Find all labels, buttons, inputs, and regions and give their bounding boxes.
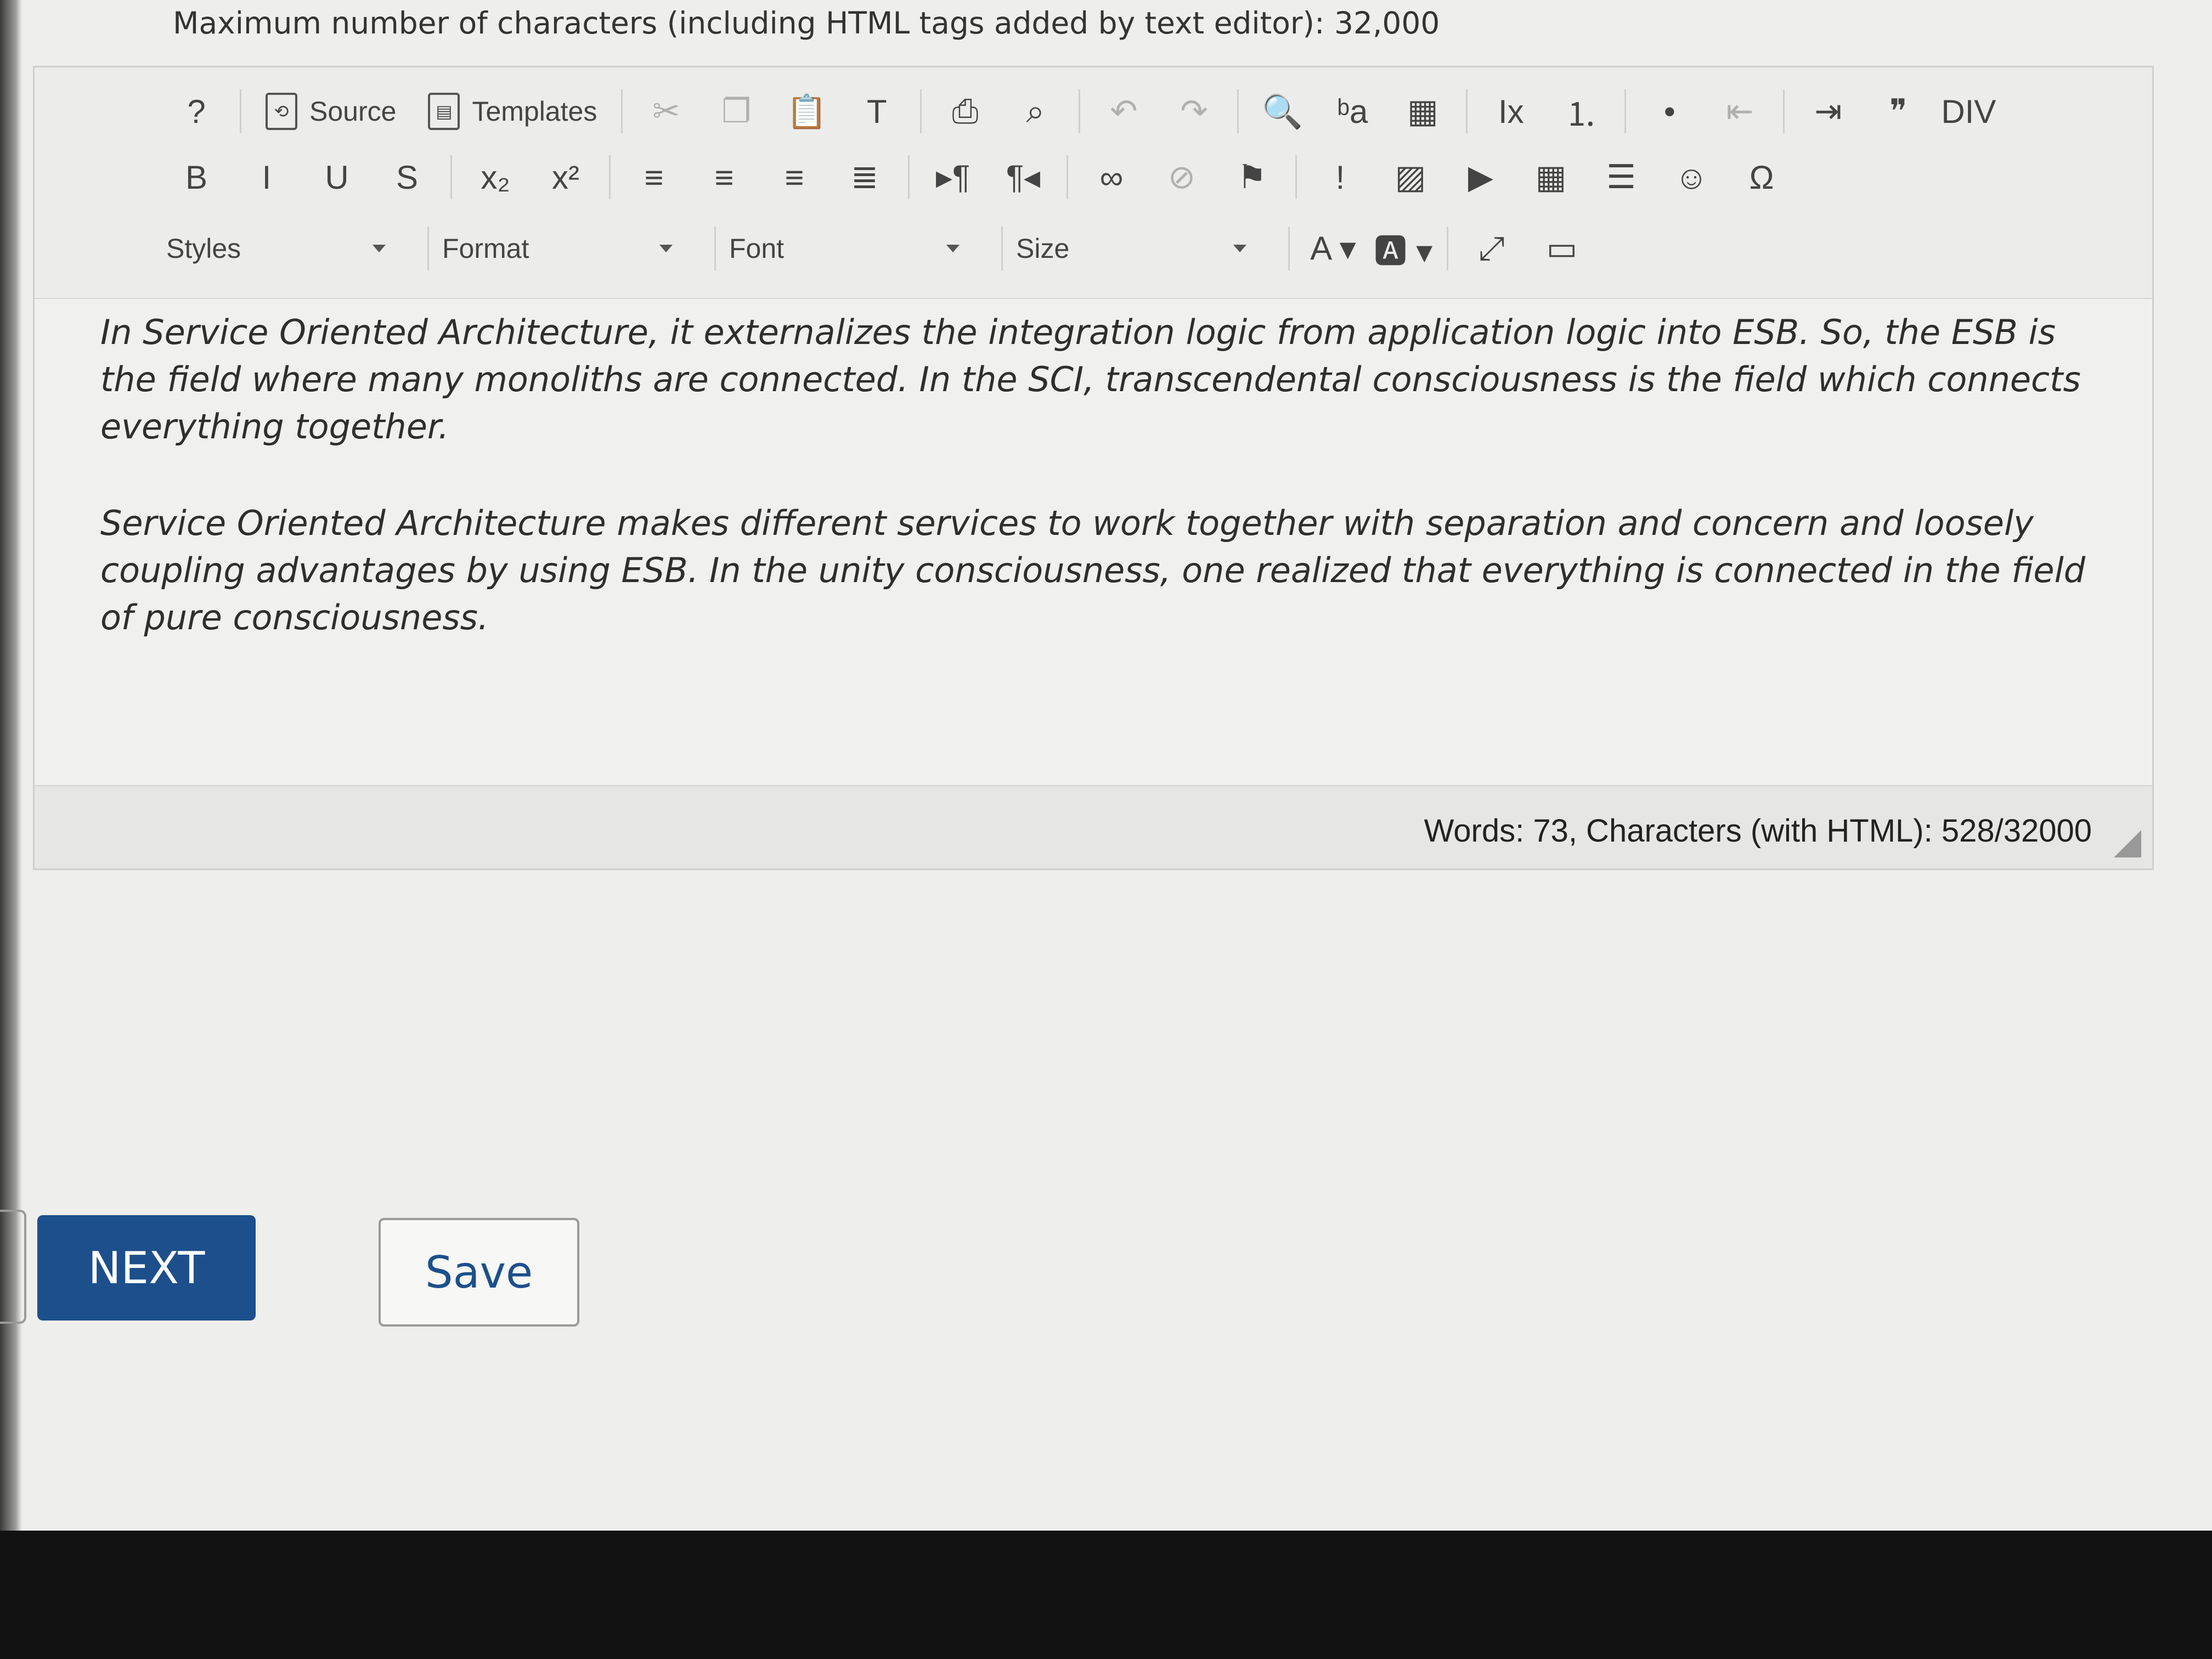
toolbar-separator [1624, 89, 1627, 133]
toolbar-color-tools: A ▾ 🅰 ▾ ⤢ ▭ [1303, 222, 1602, 275]
toolbar-separator [1783, 89, 1785, 133]
toolbar-separator [1466, 89, 1468, 133]
styles-label: Styles [166, 233, 241, 264]
undo-icon[interactable]: ↶ [1093, 85, 1154, 138]
image-icon[interactable]: ▨ [1380, 151, 1441, 204]
word-count: Words: 73, Characters (with HTML): 528/3… [1424, 813, 2092, 849]
editor-toolbar: ? ⟲ Source ▤ Templates ✂ ❐ 📋 T ⎙ ⌕ ↶ ↷ 🔍 ᵇa ▦ Ix ⒈ • ⇤ ⇥ ❞ DIV… [35, 67, 2152, 299]
next-button[interactable]: NEXT [37, 1215, 256, 1321]
font-dropdown[interactable]: Font [729, 222, 981, 275]
remove-format-icon[interactable]: Ix [1481, 85, 1541, 138]
redo-icon[interactable]: ↷ [1164, 85, 1224, 138]
italic-icon[interactable]: I [236, 151, 297, 204]
format-dropdown[interactable]: Format [442, 222, 695, 275]
character-limit-note: Maximum number of characters (including … [173, 5, 1440, 41]
horizontal-line-icon[interactable]: ☰ [1591, 151, 1651, 204]
save-button[interactable]: Save [379, 1218, 579, 1327]
toolbar-row-1: ? ⟲ Source ▤ Templates ✂ ❐ 📋 T ⎙ ⌕ ↶ ↷ 🔍 ᵇa ▦ Ix ⒈ • ⇤ ⇥ ❞ DIV [166, 78, 2130, 144]
anchor-icon[interactable]: ⚑ [1222, 151, 1282, 204]
rich-text-editor[interactable]: ? ⟲ Source ▤ Templates ✂ ❐ 📋 T ⎙ ⌕ ↶ ↷ 🔍 ᵇa ▦ Ix ⒈ • ⇤ ⇥ ❞ DIV… [33, 66, 2154, 870]
div-icon[interactable]: DIV [1938, 85, 1999, 138]
toolbar-separator [1079, 89, 1081, 133]
toolbar-separator [908, 155, 910, 199]
toolbar-separator [1237, 89, 1239, 133]
toolbar-separator [609, 155, 611, 199]
link-icon[interactable]: ∞ [1081, 151, 1142, 204]
source-button[interactable]: ⟲ Source [255, 85, 407, 138]
templates-icon: ▤ [428, 93, 460, 130]
ltr-icon[interactable]: ▸¶ [923, 151, 983, 204]
superscript-icon[interactable]: x² [535, 151, 596, 204]
marker-icon[interactable]: ! [1310, 151, 1370, 204]
toolbar-separator [1288, 227, 1290, 270]
indent-icon[interactable]: ⇥ [1798, 85, 1858, 138]
special-char-icon[interactable]: Ω [1731, 151, 1792, 204]
toolbar-separator [427, 227, 429, 270]
rtl-icon[interactable]: ¶◂ [993, 151, 1053, 204]
numbered-list-icon[interactable]: ⒈ [1551, 85, 1611, 138]
justify-icon[interactable]: ≣ [834, 151, 895, 204]
toolbar-separator [1295, 155, 1297, 199]
paste-text-icon[interactable]: T [847, 85, 907, 138]
select-all-icon[interactable]: ▦ [1392, 85, 1453, 138]
chevron-down-icon [1233, 245, 1246, 252]
format-label: Format [442, 233, 529, 264]
size-label: Size [1016, 233, 1070, 264]
styles-dropdown[interactable]: Styles [166, 222, 408, 275]
bg-color-icon[interactable]: 🅰 ▾ [1373, 222, 1434, 275]
smiley-icon[interactable]: ☺ [1661, 151, 1722, 204]
unlink-icon[interactable]: ⊘ [1152, 151, 1212, 204]
toolbar-separator [1001, 227, 1003, 270]
outdent-icon[interactable]: ⇤ [1709, 85, 1770, 138]
previous-button[interactable] [0, 1210, 26, 1324]
bulleted-list-icon[interactable]: • [1639, 85, 1700, 138]
chevron-down-icon [659, 245, 673, 252]
toolbar-separator [621, 89, 623, 133]
align-right-icon[interactable]: ≡ [764, 151, 825, 204]
paste-icon[interactable]: 📋 [776, 85, 837, 138]
toolbar-row-2: B I U Sx₂ x² ≡ ≡ ≡ ≣ ▸¶ ¶◂ ∞ ⊘ ⚑! ▨ ▶ ▦ ☰ ☺ Ω [166, 144, 2130, 210]
source-icon: ⟲ [266, 93, 297, 130]
text-color-icon[interactable]: A ▾ [1303, 222, 1363, 275]
templates-label: Templates [472, 96, 597, 127]
resize-handle[interactable] [2114, 830, 2141, 857]
content-paragraph-2[interactable]: Service Oriented Architecture makes diff… [100, 500, 2097, 641]
cut-icon[interactable]: ✂ [636, 85, 696, 138]
templates-button[interactable]: ▤ Templates [417, 85, 608, 138]
help-icon[interactable]: ? [166, 85, 227, 138]
video-icon[interactable]: ▶ [1451, 151, 1511, 204]
chevron-down-icon [373, 245, 386, 252]
find-icon[interactable]: 🔍 [1252, 85, 1312, 138]
font-label: Font [729, 233, 785, 264]
show-blocks-icon[interactable]: ▭ [1532, 222, 1592, 275]
editor-content[interactable]: In Service Oriented Architecture, it ext… [100, 309, 2097, 691]
toolbar-separator [450, 155, 452, 199]
source-label: Source [309, 96, 397, 127]
toolbar-separator [1066, 155, 1068, 199]
subscript-icon[interactable]: x₂ [465, 151, 526, 204]
toolbar-separator [714, 227, 716, 270]
maximize-icon[interactable]: ⤢ [1462, 222, 1522, 275]
toolbar-separator [920, 89, 922, 133]
underline-icon[interactable]: U [307, 151, 367, 204]
device-bezel [0, 1531, 2212, 1659]
content-paragraph-1[interactable]: In Service Oriented Architecture, it ext… [100, 309, 2097, 450]
toolbar-separator [1447, 227, 1448, 270]
strikethrough-icon[interactable]: S [377, 151, 437, 204]
editor-status-bar: Words: 73, Characters (with HTML): 528/3… [35, 785, 2152, 868]
align-center-icon[interactable]: ≡ [694, 151, 754, 204]
chevron-down-icon [946, 245, 960, 252]
size-dropdown[interactable]: Size [1016, 222, 1268, 275]
print-icon[interactable]: ⎙ [935, 85, 995, 138]
preview-icon[interactable]: ⌕ [1005, 85, 1065, 138]
toolbar-separator [240, 89, 241, 133]
align-left-icon[interactable]: ≡ [624, 151, 684, 204]
toolbar-row-3: Styles Format Font Size A ▾ 🅰 ▾ ⤢ ▭ [166, 216, 2130, 281]
blockquote-icon[interactable]: ❞ [1868, 85, 1928, 138]
table-icon[interactable]: ▦ [1521, 151, 1581, 204]
copy-icon[interactable]: ❐ [706, 85, 766, 138]
bold-icon[interactable]: B [166, 151, 227, 204]
replace-icon[interactable]: ᵇa [1322, 85, 1383, 138]
